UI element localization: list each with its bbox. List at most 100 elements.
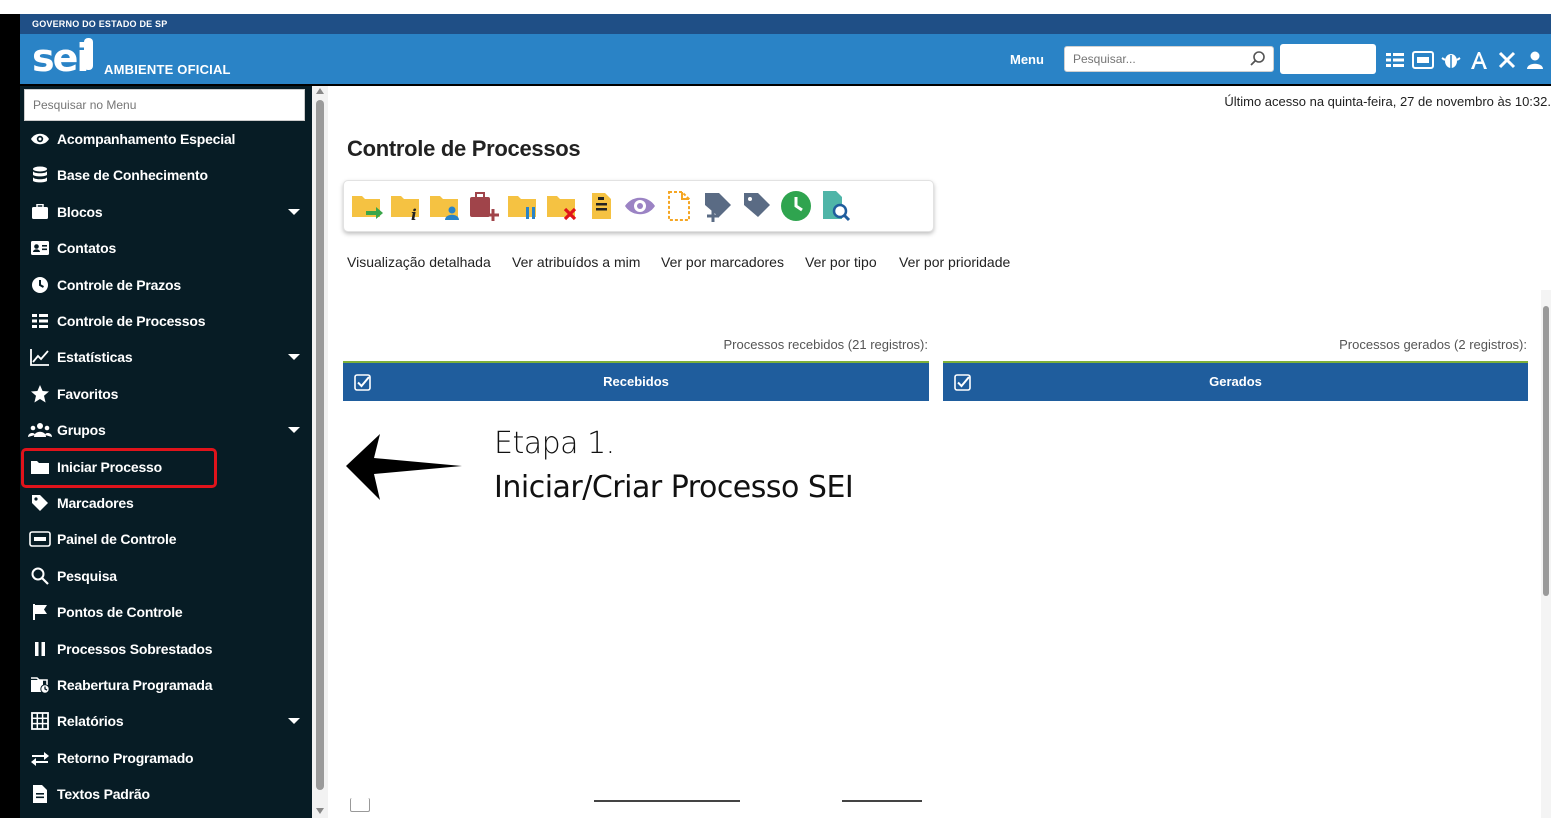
user-icon[interactable]: [1524, 48, 1546, 72]
font-icon[interactable]: [1468, 48, 1490, 72]
global-search-input[interactable]: [1073, 48, 1243, 70]
calendar-123-icon[interactable]: [1412, 48, 1434, 72]
database-icon: [28, 164, 52, 186]
sidebar-item-controle-de-prazos[interactable]: Controle de Prazos: [28, 270, 306, 300]
generated-table-header: Gerados: [943, 361, 1528, 401]
view-assigned-link[interactable]: Ver atribuídos a mim: [512, 254, 640, 270]
scroll-thumb[interactable]: [316, 100, 324, 790]
tag-add-icon[interactable]: [700, 186, 735, 226]
sidebar-item-label: Acompanhamento Especial: [57, 131, 236, 147]
search-document-icon[interactable]: [817, 186, 852, 226]
sidebar-item-marcadores[interactable]: Marcadores: [28, 488, 306, 518]
clock-icon[interactable]: [778, 186, 813, 226]
sei-logo-mark: [84, 38, 93, 70]
scroll-thumb[interactable]: [1543, 306, 1549, 596]
star-icon: [28, 383, 52, 405]
briefcase-icon: [28, 201, 52, 223]
chevron-down-icon[interactable]: [288, 427, 300, 433]
left-border: [0, 14, 14, 818]
view-detailed-link[interactable]: Visualização detalhada: [347, 254, 491, 270]
top-margin: [0, 0, 1551, 14]
sidebar-item-retorno-programado[interactable]: Retorno Programado: [28, 743, 306, 773]
sidebar-item-label: Pontos de Controle: [57, 604, 183, 620]
view-by-priority-link[interactable]: Ver por prioridade: [899, 254, 1010, 270]
line-chart-icon: [28, 346, 52, 368]
sidebar-item-label: Painel de Controle: [57, 531, 177, 547]
search-icon[interactable]: [1249, 50, 1267, 73]
view-by-markers-link[interactable]: Ver por marcadores: [661, 254, 784, 270]
chevron-down-icon[interactable]: [288, 718, 300, 724]
tools-icon[interactable]: [1496, 48, 1518, 72]
annotation-description: Iniciar/Criar Processo SEI: [494, 470, 854, 505]
note-icon[interactable]: [583, 186, 618, 226]
list-icon[interactable]: [1384, 48, 1406, 72]
sidebar-item-base-de-conhecimento[interactable]: Base de Conhecimento: [28, 160, 306, 190]
highlight-box: [21, 448, 217, 488]
screenshot-frame: GOVERNO DO ESTADO DE SP sei AMBIENTE OFI…: [0, 0, 1551, 818]
sidebar-item-label: Relatórios: [57, 713, 124, 729]
eye-icon[interactable]: [622, 186, 657, 226]
flag-icon: [28, 601, 52, 623]
global-search[interactable]: [1064, 46, 1274, 72]
main-scrollbar[interactable]: [1541, 290, 1551, 818]
new-document-icon[interactable]: [661, 186, 696, 226]
sidebar-item-label: Retorno Programado: [57, 750, 194, 766]
sidebar-item-contatos[interactable]: Contatos: [28, 233, 306, 263]
sidebar-item-blocos[interactable]: Blocos: [28, 197, 306, 227]
tag-icon: [28, 492, 52, 514]
sidebar-item-painel-de-controle[interactable]: Painel de Controle: [28, 524, 306, 554]
sei-logo[interactable]: sei: [32, 36, 89, 80]
generated-header-label[interactable]: Gerados: [943, 374, 1528, 389]
contact-card-icon: [28, 237, 52, 259]
folder-remove-icon[interactable]: [544, 186, 579, 226]
scroll-up-arrow[interactable]: [316, 88, 324, 94]
process-toolbar: i: [343, 180, 934, 232]
sidebar-item-label: Favoritos: [57, 386, 119, 402]
row-cell: [594, 796, 740, 802]
annotation-arrow-icon: [344, 432, 464, 507]
sidebar-item-pontos-de-controle[interactable]: Pontos de Controle: [28, 597, 306, 627]
svg-text:i: i: [411, 206, 417, 223]
folder-assign-icon[interactable]: [427, 186, 462, 226]
bug-icon[interactable]: [1440, 48, 1462, 72]
folder-pause-icon[interactable]: [505, 186, 540, 226]
sidebar-item-label: Controle de Prazos: [57, 277, 181, 293]
sidebar-item-favoritos[interactable]: Favoritos: [28, 379, 306, 409]
row-cell: [842, 796, 922, 802]
unit-selector[interactable]: [1280, 44, 1376, 74]
menu-toggle[interactable]: Menu: [1010, 52, 1044, 67]
panel-123-icon: [28, 528, 52, 550]
row-checkbox[interactable]: [350, 798, 370, 812]
sidebar-item-estatisticas[interactable]: Estatísticas: [28, 342, 306, 372]
sidebar-item-relatorios[interactable]: Relatórios: [28, 706, 306, 736]
view-by-type-link[interactable]: Ver por tipo: [805, 254, 877, 270]
sidebar-item-reabertura-programada[interactable]: Reabertura Programada: [28, 670, 306, 700]
eye-icon: [28, 128, 52, 150]
sidebar-item-acompanhamento-especial[interactable]: Acompanhamento Especial: [28, 124, 306, 154]
sidebar-scrollbar[interactable]: [312, 86, 328, 818]
sidebar-item-label: Grupos: [57, 422, 106, 438]
chevron-down-icon[interactable]: [288, 354, 300, 360]
sidebar-item-grupos[interactable]: Grupos: [28, 415, 306, 445]
sidebar-item-label: Textos Padrão: [57, 786, 150, 802]
received-header-label[interactable]: Recebidos: [343, 374, 929, 389]
sidebar-item-processos-sobrestados[interactable]: Processos Sobrestados: [28, 634, 306, 664]
folder-info-icon[interactable]: i: [388, 186, 423, 226]
sidebar-item-textos-padrao[interactable]: Textos Padrão: [28, 779, 306, 809]
received-table-header: Recebidos: [343, 361, 929, 401]
exchange-icon: [28, 747, 52, 769]
folder-send-icon[interactable]: [349, 186, 384, 226]
environment-label: AMBIENTE OFICIAL: [104, 62, 231, 77]
last-access-info: Último acesso na quinta-feira, 27 de nov…: [1224, 94, 1551, 109]
list-icon: [28, 310, 52, 332]
menu-search-input[interactable]: [33, 91, 293, 119]
tag-icon[interactable]: [739, 186, 774, 226]
sidebar-item-pesquisa[interactable]: Pesquisa: [28, 561, 306, 591]
sidebar-item-controle-de-processos[interactable]: Controle de Processos: [28, 306, 306, 336]
folder-add-block-icon[interactable]: [466, 186, 501, 226]
menu-search[interactable]: [24, 89, 305, 121]
received-count: Processos recebidos (21 registros):: [723, 337, 928, 352]
sidebar-item-label: Processos Sobrestados: [57, 641, 213, 657]
scroll-down-arrow[interactable]: [316, 808, 324, 814]
chevron-down-icon[interactable]: [288, 209, 300, 215]
